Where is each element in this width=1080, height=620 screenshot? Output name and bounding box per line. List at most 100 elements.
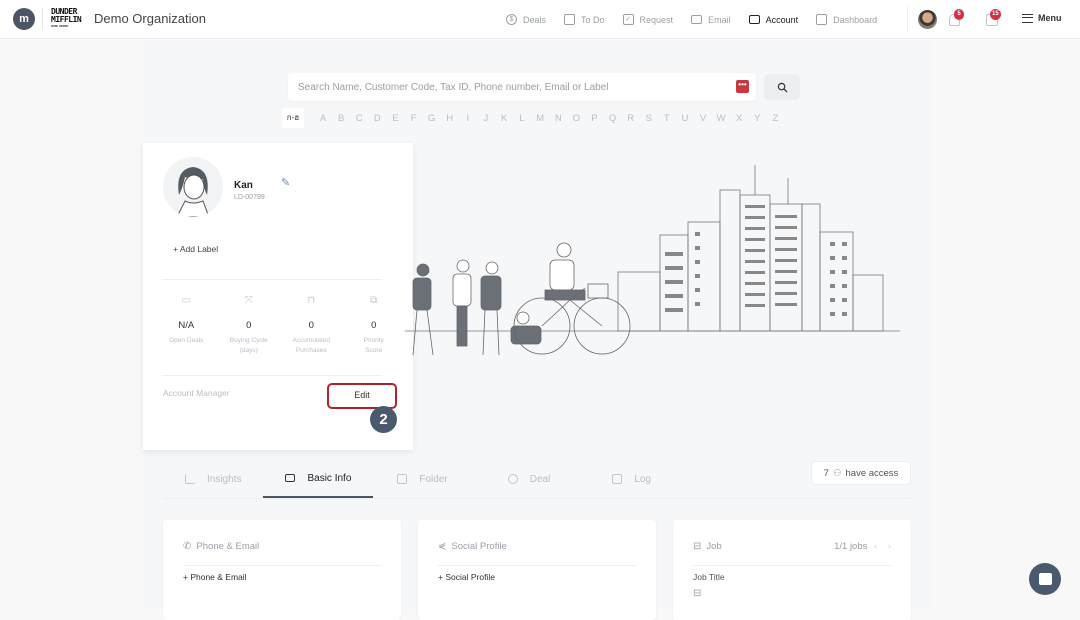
- tab-log[interactable]: Log: [572, 460, 673, 498]
- nav-label: Request: [639, 14, 674, 25]
- check-square-icon: ✓: [622, 14, 634, 25]
- alpha-letter-c[interactable]: C: [350, 113, 368, 124]
- search-icon: [777, 82, 788, 93]
- alpha-letters: ABCDEFGHIJKLMNOPQRSTUVWXYZ: [314, 113, 784, 124]
- pencil-icon[interactable]: ✎: [281, 176, 290, 189]
- account-tabs: Insights Basic Info Folder Deal Log: [163, 460, 911, 499]
- expand-icon: ⤧: [244, 295, 253, 306]
- alpha-letter-u[interactable]: U: [676, 113, 694, 124]
- nav-label: To Do: [581, 14, 605, 25]
- tab-label: Deal: [529, 473, 551, 485]
- job-card: ⊟ Job 1/1 jobs ‹ › Job Title ⊟: [673, 520, 911, 620]
- add-phone-email-button[interactable]: + Phone & Email: [183, 572, 247, 582]
- dollar-circle-icon: [507, 474, 518, 484]
- nav-email[interactable]: Email: [691, 15, 731, 25]
- alpha-letter-o[interactable]: O: [567, 113, 585, 124]
- account-manager-label: Account Manager: [163, 388, 230, 398]
- alpha-letter-p[interactable]: P: [585, 113, 603, 124]
- alpha-letter-i[interactable]: I: [459, 113, 477, 124]
- briefcase-icon: ⊟: [693, 541, 702, 552]
- connections-badge: 15: [990, 9, 1001, 20]
- job-pager: 1/1 jobs ‹ ›: [834, 541, 891, 552]
- access-button[interactable]: 7 ⚇ have access: [811, 461, 911, 485]
- edit-account-manager-button[interactable]: Edit: [327, 383, 397, 409]
- stat-open-deals: ▭ N/A Open Deals: [155, 295, 218, 356]
- job-title-label: Job Title: [693, 572, 725, 582]
- stat-label: Buying Cycle (days): [229, 337, 268, 354]
- menu-label: Menu: [1038, 13, 1062, 23]
- chevron-right-icon[interactable]: ›: [888, 541, 891, 552]
- alpha-letter-h[interactable]: H: [441, 113, 459, 124]
- dunder-mifflin-logo: DUNDER MIFFLIN PAPER COMPANY: [51, 8, 82, 29]
- alpha-letter-k[interactable]: K: [495, 113, 513, 124]
- envelope-icon: [691, 15, 703, 24]
- card-header: ⊟ Job: [693, 541, 722, 552]
- card-title: Social Profile: [451, 541, 507, 552]
- stat-value: N/A: [178, 320, 195, 331]
- user-avatar[interactable]: [918, 10, 937, 29]
- job-pager-text: 1/1 jobs: [834, 541, 868, 552]
- deals-icon: ▭: [181, 295, 191, 306]
- tab-basic-info[interactable]: Basic Info: [263, 460, 374, 498]
- card-header: ✆ Phone & Email: [183, 541, 259, 552]
- chat-widget-button[interactable]: [1029, 563, 1061, 595]
- alpha-letter-m[interactable]: M: [531, 113, 549, 124]
- alpha-letter-v[interactable]: V: [694, 113, 712, 124]
- calendar-icon: [564, 14, 576, 25]
- alpha-letter-w[interactable]: W: [712, 113, 730, 124]
- alpha-letter-g[interactable]: G: [423, 113, 441, 124]
- card-header: ⋞ Social Profile: [438, 541, 507, 552]
- divider: [163, 279, 381, 280]
- alpha-letter-l[interactable]: L: [513, 113, 531, 124]
- nav-request[interactable]: ✓ Request: [622, 14, 674, 25]
- nav-label: Email: [708, 14, 731, 25]
- divider: [163, 375, 381, 376]
- nav-label: Dashboard: [833, 14, 878, 25]
- search-button[interactable]: [764, 74, 800, 100]
- search-input[interactable]: [288, 73, 728, 101]
- avatar-illustration-icon: [176, 167, 210, 217]
- alpha-letter-j[interactable]: J: [477, 113, 495, 124]
- alpha-letter-b[interactable]: B: [332, 113, 350, 124]
- phone-email-card: ✆ Phone & Email + Phone & Email: [163, 520, 401, 620]
- tab-label: Insights: [207, 473, 242, 485]
- stat-value: 0: [246, 320, 252, 331]
- app-logo-icon[interactable]: m: [13, 8, 35, 30]
- priority-icon: ⧉: [370, 295, 378, 306]
- tab-label: Basic Info: [307, 472, 352, 484]
- menu-button[interactable]: Menu: [1022, 13, 1062, 23]
- more-options-button[interactable]: •••: [736, 80, 749, 93]
- bar-chart-icon: [816, 14, 828, 25]
- divider: [907, 6, 908, 32]
- alpha-thai[interactable]: ก-ฮ: [282, 108, 304, 128]
- tab-folder[interactable]: Folder: [373, 460, 469, 498]
- alpha-letter-n[interactable]: N: [549, 113, 567, 124]
- nav-label: Deals: [523, 14, 547, 25]
- nav-deals[interactable]: $ Deals: [506, 14, 546, 25]
- id-card-icon: [285, 474, 296, 482]
- nav-todo[interactable]: To Do: [564, 14, 605, 25]
- alpha-letter-s[interactable]: S: [640, 113, 658, 124]
- alpha-letter-q[interactable]: Q: [604, 113, 622, 124]
- tab-deal[interactable]: Deal: [470, 460, 573, 498]
- main-nav: $ Deals To Do ✓ Request Email Account Dash…: [506, 0, 895, 39]
- alpha-letter-t[interactable]: T: [658, 113, 676, 124]
- chevron-left-icon[interactable]: ‹: [874, 541, 877, 552]
- alpha-letter-r[interactable]: R: [622, 113, 640, 124]
- divider: [183, 565, 381, 566]
- alpha-letter-e[interactable]: E: [386, 113, 404, 124]
- stat-label: Accumulated Purchases: [292, 337, 331, 354]
- alpha-letter-f[interactable]: F: [404, 113, 422, 124]
- profile-avatar[interactable]: [163, 157, 223, 217]
- nav-dashboard[interactable]: Dashboard: [816, 14, 877, 25]
- nav-account[interactable]: Account: [748, 15, 798, 25]
- alpha-letter-z[interactable]: Z: [766, 113, 784, 124]
- alpha-letter-y[interactable]: Y: [748, 113, 766, 124]
- add-label-button[interactable]: + Add Label: [173, 244, 218, 254]
- add-social-profile-button[interactable]: + Social Profile: [438, 572, 495, 582]
- card-title: Phone & Email: [196, 541, 260, 552]
- alpha-letter-x[interactable]: X: [730, 113, 748, 124]
- alpha-letter-a[interactable]: A: [314, 113, 332, 124]
- tab-insights[interactable]: Insights: [163, 460, 263, 498]
- alpha-letter-d[interactable]: D: [368, 113, 386, 124]
